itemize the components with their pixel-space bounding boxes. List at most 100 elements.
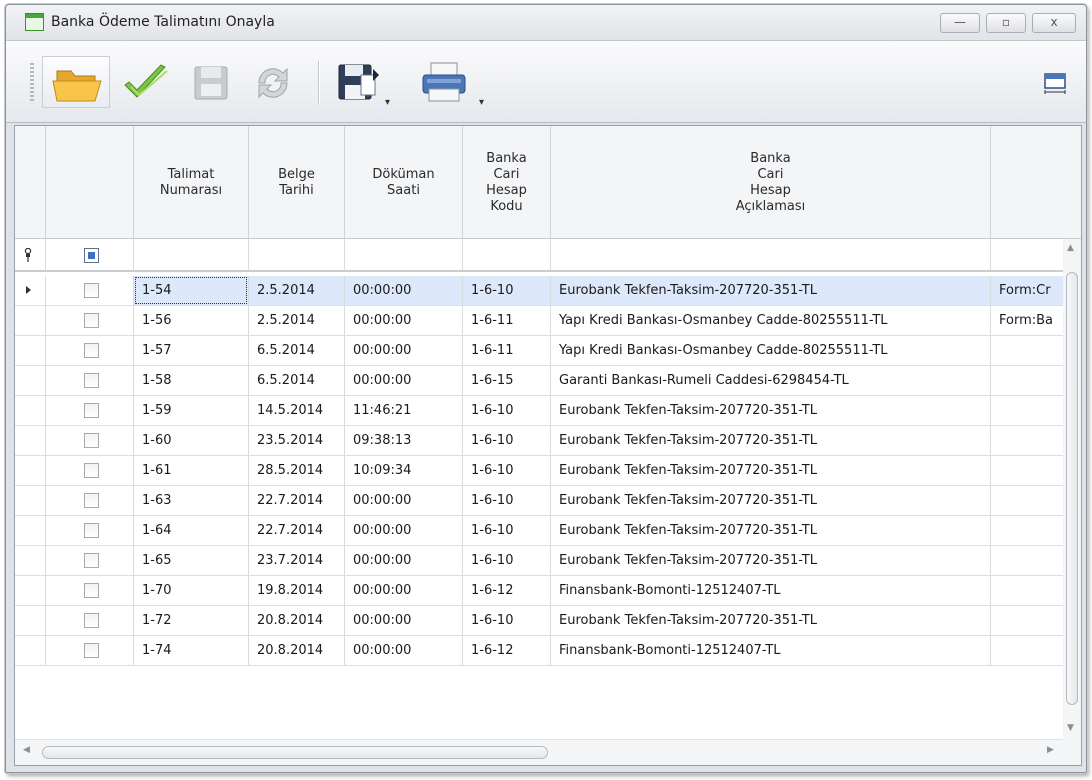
print-button[interactable]: ▾ bbox=[414, 56, 494, 108]
cell-belge-tarihi[interactable]: 6.5.2014 bbox=[249, 336, 345, 365]
row-checkbox[interactable] bbox=[84, 463, 99, 478]
cell-belge-tarihi[interactable]: 14.5.2014 bbox=[249, 396, 345, 425]
cell-dokuman-saati[interactable]: 09:38:13 bbox=[345, 426, 463, 455]
cell-cari-hesap-kodu[interactable]: 1-6-12 bbox=[463, 636, 551, 665]
row-indicator[interactable] bbox=[15, 636, 46, 665]
table-row[interactable]: 1-59 14.5.2014 11:46:21 1-6-10 Eurobank Tekf… bbox=[15, 396, 1081, 426]
table-row[interactable]: 1-56 2.5.2014 00:00:00 1-6-11 Yapı Kredi Ban… bbox=[15, 306, 1081, 336]
header-talimat-numarasi[interactable]: Talimat Numarası bbox=[134, 126, 249, 239]
cell-dokuman-saati[interactable]: 00:00:00 bbox=[345, 576, 463, 605]
cell-cari-hesap-kodu[interactable]: 1-6-15 bbox=[463, 366, 551, 395]
table-row[interactable]: 1-57 6.5.2014 00:00:00 1-6-11 Yapı Kredi Ban… bbox=[15, 336, 1081, 366]
approve-button[interactable] bbox=[116, 56, 172, 108]
scroll-left-icon[interactable]: ◀ bbox=[23, 745, 30, 755]
cell-dokuman-saati[interactable]: 00:00:00 bbox=[345, 366, 463, 395]
refresh-button[interactable] bbox=[244, 56, 300, 108]
cell-dokuman-saati[interactable]: 00:00:00 bbox=[345, 276, 463, 305]
cell-cari-hesap-kodu[interactable]: 1-6-10 bbox=[463, 546, 551, 575]
filter-cari-hesap-aciklamasi[interactable] bbox=[551, 239, 991, 270]
cell-talimat-numarasi[interactable]: 1-74 bbox=[134, 636, 249, 665]
horizontal-scrollbar[interactable]: ◀ ▶ bbox=[15, 739, 1063, 765]
filter-select[interactable] bbox=[46, 239, 134, 270]
table-row[interactable]: 1-61 28.5.2014 10:09:34 1-6-10 Eurobank Tekf… bbox=[15, 456, 1081, 486]
cell-cari-hesap-aciklamasi[interactable]: Finansbank-Bomonti-12512407-TL bbox=[551, 636, 991, 665]
cell-cari-hesap-kodu[interactable]: 1-6-11 bbox=[463, 306, 551, 335]
row-indicator[interactable] bbox=[15, 516, 46, 545]
cell-extra[interactable] bbox=[991, 546, 1063, 575]
cell-belge-tarihi[interactable]: 20.8.2014 bbox=[249, 606, 345, 635]
header-dokuman-saati[interactable]: Döküman Saati bbox=[345, 126, 463, 239]
table-row[interactable]: 1-54 2.5.2014 00:00:00 1-6-10 Eurobank Tekfe… bbox=[15, 276, 1081, 306]
cell-talimat-numarasi[interactable]: 1-56 bbox=[134, 306, 249, 335]
cell-extra[interactable] bbox=[991, 576, 1063, 605]
cell-belge-tarihi[interactable]: 22.7.2014 bbox=[249, 516, 345, 545]
cell-belge-tarihi[interactable]: 23.7.2014 bbox=[249, 546, 345, 575]
cell-talimat-numarasi[interactable]: 1-64 bbox=[134, 516, 249, 545]
header-cari-hesap-aciklamasi[interactable]: Banka Cari Hesap Açıklaması bbox=[551, 126, 991, 239]
cell-dokuman-saati[interactable]: 00:00:00 bbox=[345, 306, 463, 335]
best-fit-button[interactable] bbox=[1040, 71, 1070, 95]
cell-extra[interactable] bbox=[991, 456, 1063, 485]
row-checkbox[interactable] bbox=[84, 433, 99, 448]
cell-cari-hesap-kodu[interactable]: 1-6-10 bbox=[463, 606, 551, 635]
cell-cari-hesap-aciklamasi[interactable]: Eurobank Tekfen-Taksim-207720-351-TL bbox=[551, 276, 991, 305]
cell-talimat-numarasi[interactable]: 1-72 bbox=[134, 606, 249, 635]
table-row[interactable]: 1-58 6.5.2014 00:00:00 1-6-15 Garanti Bankas… bbox=[15, 366, 1081, 396]
cell-cari-hesap-kodu[interactable]: 1-6-10 bbox=[463, 396, 551, 425]
cell-extra[interactable] bbox=[991, 396, 1063, 425]
cell-dokuman-saati[interactable]: 11:46:21 bbox=[345, 396, 463, 425]
cell-belge-tarihi[interactable]: 2.5.2014 bbox=[249, 276, 345, 305]
row-indicator[interactable] bbox=[15, 576, 46, 605]
filter-dokuman-saati[interactable] bbox=[345, 239, 463, 270]
cell-cari-hesap-kodu[interactable]: 1-6-10 bbox=[463, 456, 551, 485]
cell-cari-hesap-aciklamasi[interactable]: Eurobank Tekfen-Taksim-207720-351-TL bbox=[551, 606, 991, 635]
cell-talimat-numarasi[interactable]: 1-58 bbox=[134, 366, 249, 395]
cell-talimat-numarasi[interactable]: 1-60 bbox=[134, 426, 249, 455]
cell-extra[interactable] bbox=[991, 426, 1063, 455]
cell-extra[interactable]: Form:Ba bbox=[991, 306, 1063, 335]
cell-extra[interactable] bbox=[991, 486, 1063, 515]
row-checkbox[interactable] bbox=[84, 553, 99, 568]
cell-cari-hesap-aciklamasi[interactable]: Eurobank Tekfen-Taksim-207720-351-TL bbox=[551, 456, 991, 485]
cell-cari-hesap-aciklamasi[interactable]: Eurobank Tekfen-Taksim-207720-351-TL bbox=[551, 516, 991, 545]
row-checkbox[interactable] bbox=[84, 343, 99, 358]
row-indicator[interactable] bbox=[15, 456, 46, 485]
save-button[interactable] bbox=[182, 56, 238, 108]
cell-belge-tarihi[interactable]: 28.5.2014 bbox=[249, 456, 345, 485]
table-row[interactable]: 1-65 23.7.2014 00:00:00 1-6-10 Eurobank Tekf… bbox=[15, 546, 1081, 576]
table-row[interactable]: 1-72 20.8.2014 00:00:00 1-6-10 Eurobank Tekf… bbox=[15, 606, 1081, 636]
cell-talimat-numarasi[interactable]: 1-63 bbox=[134, 486, 249, 515]
cell-dokuman-saati[interactable]: 00:00:00 bbox=[345, 546, 463, 575]
row-checkbox[interactable] bbox=[84, 493, 99, 508]
row-checkbox[interactable] bbox=[84, 313, 99, 328]
cell-extra[interactable] bbox=[991, 636, 1063, 665]
cell-belge-tarihi[interactable]: 23.5.2014 bbox=[249, 426, 345, 455]
open-button[interactable] bbox=[42, 56, 110, 108]
horizontal-scroll-thumb[interactable] bbox=[42, 746, 548, 759]
minimize-button[interactable]: — bbox=[940, 13, 980, 33]
table-row[interactable]: 1-60 23.5.2014 09:38:13 1-6-10 Eurobank Tekf… bbox=[15, 426, 1081, 456]
row-checkbox[interactable] bbox=[84, 523, 99, 538]
cell-cari-hesap-kodu[interactable]: 1-6-10 bbox=[463, 276, 551, 305]
row-indicator[interactable] bbox=[15, 546, 46, 575]
header-belge-tarihi[interactable]: Belge Tarihi bbox=[249, 126, 345, 239]
row-indicator[interactable] bbox=[15, 606, 46, 635]
cell-dokuman-saati[interactable]: 10:09:34 bbox=[345, 456, 463, 485]
maximize-button[interactable]: ▫ bbox=[986, 13, 1026, 33]
select-all-checkbox[interactable] bbox=[84, 248, 99, 263]
cell-belge-tarihi[interactable]: 22.7.2014 bbox=[249, 486, 345, 515]
header-cari-hesap-kodu[interactable]: Banka Cari Hesap Kodu bbox=[463, 126, 551, 239]
table-row[interactable]: 1-74 20.8.2014 00:00:00 1-6-12 Finansbank-Bo… bbox=[15, 636, 1081, 666]
cell-cari-hesap-aciklamasi[interactable]: Finansbank-Bomonti-12512407-TL bbox=[551, 576, 991, 605]
cell-dokuman-saati[interactable]: 00:00:00 bbox=[345, 486, 463, 515]
print-dropdown-icon[interactable]: ▾ bbox=[479, 97, 484, 108]
row-indicator[interactable] bbox=[15, 396, 46, 425]
cell-cari-hesap-aciklamasi[interactable]: Yapı Kredi Bankası-Osmanbey Cadde-802555… bbox=[551, 336, 991, 365]
cell-extra[interactable] bbox=[991, 366, 1063, 395]
row-indicator[interactable] bbox=[15, 366, 46, 395]
row-indicator[interactable] bbox=[15, 336, 46, 365]
row-indicator[interactable] bbox=[15, 486, 46, 515]
row-checkbox[interactable] bbox=[84, 613, 99, 628]
cell-cari-hesap-aciklamasi[interactable]: Yapı Kredi Bankası-Osmanbey Cadde-802555… bbox=[551, 306, 991, 335]
close-button[interactable]: x bbox=[1032, 13, 1076, 33]
